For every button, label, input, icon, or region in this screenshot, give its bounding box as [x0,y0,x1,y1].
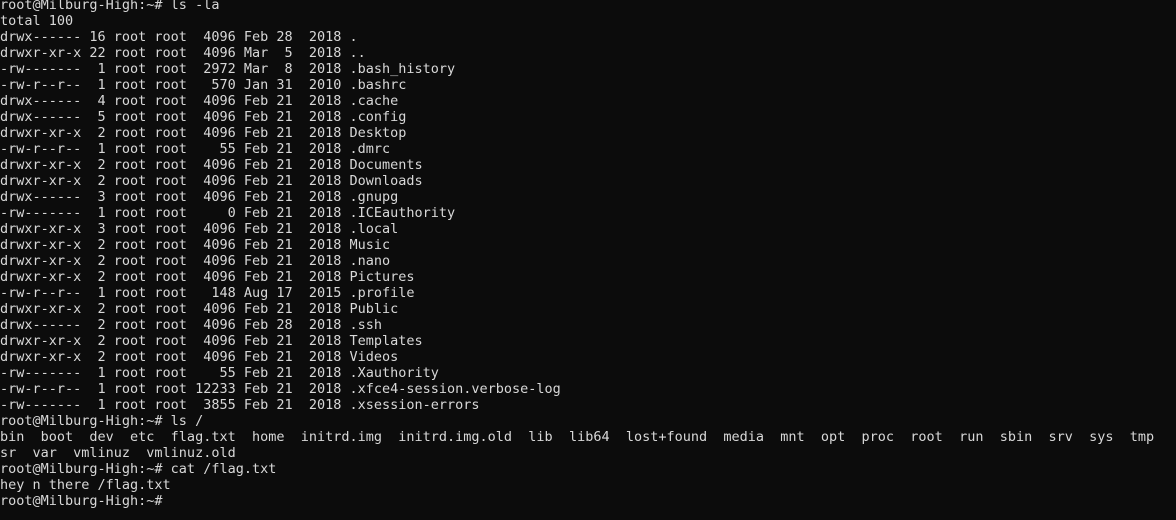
terminal-line-entry-profile: -rw-r--r-- 1 root root 148 Aug 17 2015 .… [0,285,415,301]
terminal-line-entry-music: drwxr-xr-x 2 root root 4096 Feb 21 2018 … [0,237,391,253]
terminal-line-entry-xauthority: -rw------- 1 root root 55 Feb 21 2018 .X… [0,365,439,381]
terminal-line-entry-videos: drwxr-xr-x 2 root root 4096 Feb 21 2018 … [0,349,399,365]
terminal-line-entry-iceauthority: -rw------- 1 root root 0 Feb 21 2018 .IC… [0,205,456,221]
terminal-line-root-listing-row2: sr var vmlinuz vmlinuz.old [0,445,236,461]
terminal-line-prompt-active: root@Milburg-High:~# [0,493,163,509]
terminal-line-entry-documents: drwxr-xr-x 2 root root 4096 Feb 21 2018 … [0,157,423,173]
terminal-line-entry-cache: drwx------ 4 root root 4096 Feb 21 2018 … [0,93,399,109]
terminal-line-entry-config: drwx------ 5 root root 4096 Feb 21 2018 … [0,109,407,125]
terminal-line-entry-bashrc: -rw-r--r-- 1 root root 570 Jan 31 2010 .… [0,77,407,93]
terminal-line-entry-dotdot: drwxr-xr-x 22 root root 4096 Mar 5 2018 … [0,45,366,61]
terminal-line-entry-local: drwxr-xr-x 3 root root 4096 Feb 21 2018 … [0,221,399,237]
terminal-line-root-listing-row1: bin boot dev etc flag.txt home initrd.im… [0,429,1155,445]
terminal-line-entry-nano: drwxr-xr-x 2 root root 4096 Feb 21 2018 … [0,253,391,269]
terminal-line-entry-desktop: drwxr-xr-x 2 root root 4096 Feb 21 2018 … [0,125,407,141]
terminal-line-entry-gnupg: drwx------ 3 root root 4096 Feb 21 2018 … [0,189,399,205]
terminal-line-flag-output: hey n there /flag.txt [0,477,171,493]
terminal-line-command-ls-la: root@Milburg-High:~# ls -la [0,0,220,13]
terminal-line-command-cat-flag: root@Milburg-High:~# cat /flag.txt [0,461,277,477]
terminal-line-command-ls-root: root@Milburg-High:~# ls / [0,413,204,429]
terminal-line-entry-public: drwxr-xr-x 2 root root 4096 Feb 21 2018 … [0,301,399,317]
terminal-line-entry-xsession-errors: -rw------- 1 root root 3855 Feb 21 2018 … [0,397,480,413]
terminal-line-entry-bash-history: -rw------- 1 root root 2972 Mar 8 2018 .… [0,61,456,77]
terminal-line-entry-templates: drwxr-xr-x 2 root root 4096 Feb 21 2018 … [0,333,423,349]
terminal-line-entry-xfce4-session-log: -rw-r--r-- 1 root root 12233 Feb 21 2018… [0,381,561,397]
terminal-window[interactable]: root@Milburg-High:~# ls -la total 100 dr… [0,0,1176,520]
terminal-screen: root@Milburg-High:~# ls -la total 100 dr… [0,0,1176,509]
terminal-line-total: total 100 [0,13,74,29]
terminal-line-entry-downloads: drwxr-xr-x 2 root root 4096 Feb 21 2018 … [0,173,423,189]
terminal-line-entry-ssh: drwx------ 2 root root 4096 Feb 28 2018 … [0,317,383,333]
terminal-line-entry-dmrc: -rw-r--r-- 1 root root 55 Feb 21 2018 .d… [0,141,391,157]
terminal-line-entry-pictures: drwxr-xr-x 2 root root 4096 Feb 21 2018 … [0,269,415,285]
terminal-line-entry-dot: drwx------ 16 root root 4096 Feb 28 2018… [0,29,358,45]
